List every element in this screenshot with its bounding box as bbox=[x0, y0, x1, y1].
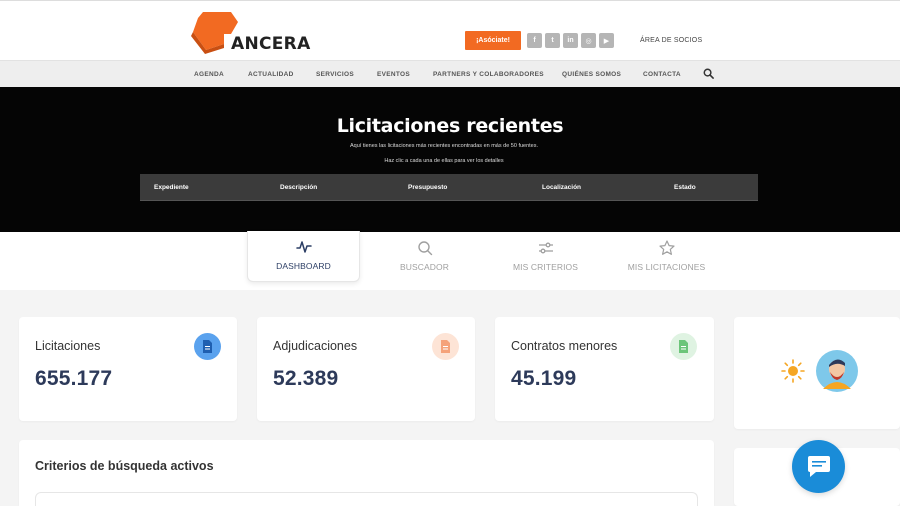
stat-title: Adjudicaciones bbox=[273, 339, 358, 353]
hero-banner: Licitaciones recientes Aquí tienes las l… bbox=[0, 87, 900, 232]
tab-mis-licitaciones[interactable]: MIS LICITACIONES bbox=[610, 232, 723, 282]
avatar bbox=[816, 350, 858, 392]
nav-item-partners[interactable]: PARTNERS Y COLABORADORES bbox=[433, 71, 544, 78]
tab-dashboard[interactable]: DASHBOARD bbox=[247, 231, 360, 282]
document-icon bbox=[432, 333, 459, 360]
tab-label: MIS LICITACIONES bbox=[627, 262, 706, 272]
sun-icon bbox=[781, 359, 805, 383]
area-socios-link[interactable]: ÁREA DE SOCIOS bbox=[640, 37, 702, 44]
hero-subtitle: Aquí tienes las licitaciones más recient… bbox=[349, 143, 539, 149]
chat-button[interactable] bbox=[792, 440, 845, 493]
site-header: ANCERA ¡Asóciate! f t in ◎ ▶ ÁREA DE SOC… bbox=[0, 0, 900, 60]
criterios-title: Criterios de búsqueda activos bbox=[35, 459, 214, 473]
stat-value: 655.177 bbox=[35, 367, 113, 390]
tab-label: BUSCADOR bbox=[400, 262, 449, 272]
social-links: f t in ◎ ▶ bbox=[527, 33, 614, 48]
main-nav: AGENDA ACTUALIDAD SERVICIOS EVENTOS PART… bbox=[0, 60, 900, 87]
document-icon bbox=[670, 333, 697, 360]
search-icon bbox=[417, 241, 432, 256]
stat-card-contratos-menores[interactable]: Contratos menores 45.199 bbox=[495, 317, 714, 421]
tab-label: MIS CRITERIOS bbox=[512, 262, 579, 272]
column-expediente[interactable]: Expediente bbox=[154, 184, 189, 191]
greeting-card bbox=[734, 317, 900, 429]
column-descripcion[interactable]: Descripción bbox=[280, 184, 317, 191]
hero-hint: Haz clic a cada una de ellas para ver lo… bbox=[384, 158, 504, 164]
search-icon[interactable] bbox=[703, 68, 714, 79]
stat-value: 52.389 bbox=[273, 367, 339, 390]
logo-text[interactable]: ANCERA bbox=[231, 34, 311, 54]
stat-title: Contratos menores bbox=[511, 339, 618, 353]
nav-item-agenda[interactable]: AGENDA bbox=[194, 71, 224, 78]
sliders-icon bbox=[538, 242, 553, 254]
tab-label: DASHBOARD bbox=[276, 261, 331, 271]
nav-item-eventos[interactable]: EVENTOS bbox=[377, 71, 410, 78]
criterios-list bbox=[35, 492, 698, 506]
column-presupuesto[interactable]: Presupuesto bbox=[408, 184, 447, 191]
linkedin-icon[interactable]: in bbox=[563, 33, 578, 48]
star-icon bbox=[658, 240, 675, 255]
instagram-icon[interactable]: ◎ bbox=[581, 33, 596, 48]
chat-icon bbox=[807, 455, 830, 477]
tab-mis-criterios[interactable]: MIS CRITERIOS bbox=[489, 232, 602, 282]
stat-card-licitaciones[interactable]: Licitaciones 655.177 bbox=[19, 317, 237, 421]
stat-card-adjudicaciones[interactable]: Adjudicaciones 52.389 bbox=[257, 317, 475, 421]
stat-title: Licitaciones bbox=[35, 339, 101, 353]
document-icon bbox=[194, 333, 221, 360]
nav-item-quienes-somos[interactable]: QUIÉNES SOMOS bbox=[562, 71, 621, 78]
activity-icon bbox=[295, 241, 312, 253]
stat-value: 45.199 bbox=[511, 367, 577, 390]
tab-buscador[interactable]: BUSCADOR bbox=[368, 232, 481, 282]
column-localizacion[interactable]: Localización bbox=[542, 184, 581, 191]
twitter-icon[interactable]: t bbox=[545, 33, 560, 48]
facebook-icon[interactable]: f bbox=[527, 33, 542, 48]
criterios-card: Criterios de búsqueda activos bbox=[19, 440, 714, 506]
youtube-icon[interactable]: ▶ bbox=[599, 33, 614, 48]
nav-item-contacta[interactable]: CONTACTA bbox=[643, 71, 681, 78]
licitaciones-table-header: Expediente Descripción Presupuesto Local… bbox=[140, 174, 758, 201]
hero-title: Licitaciones recientes bbox=[336, 115, 564, 137]
asociate-button[interactable]: ¡Asóciate! bbox=[465, 31, 521, 50]
column-estado[interactable]: Estado bbox=[674, 184, 696, 191]
nav-item-actualidad[interactable]: ACTUALIDAD bbox=[248, 71, 294, 78]
nav-item-servicios[interactable]: SERVICIOS bbox=[316, 71, 354, 78]
